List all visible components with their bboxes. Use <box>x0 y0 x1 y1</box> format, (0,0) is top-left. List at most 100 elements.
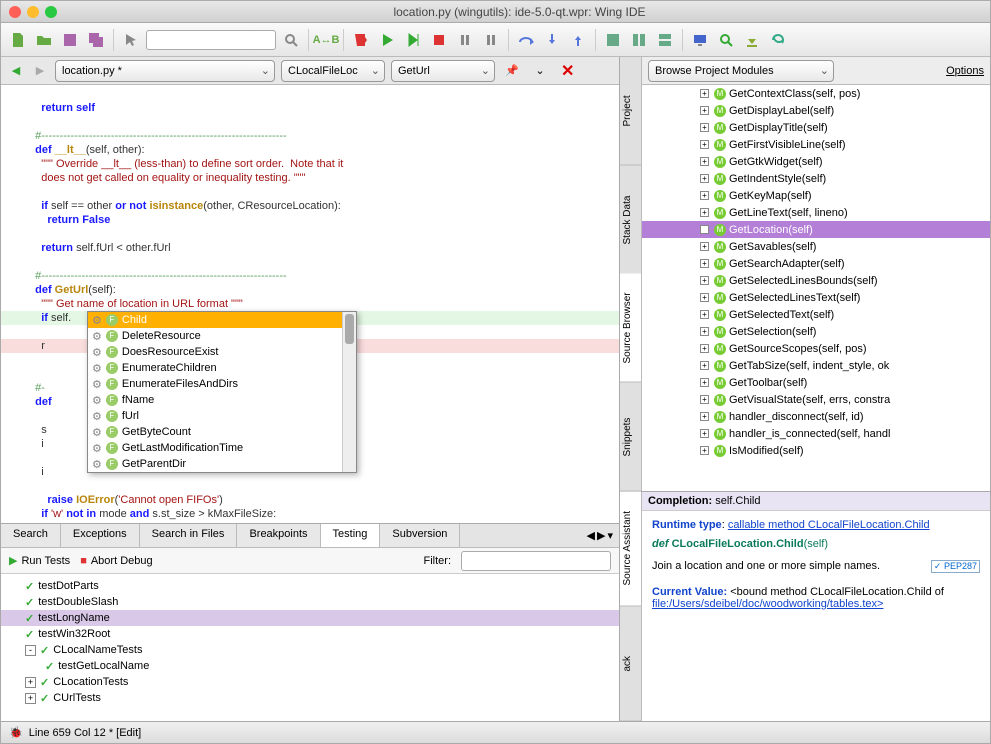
tab-breakpoints[interactable]: Breakpoints <box>237 524 320 547</box>
autocomplete-item[interactable]: ⚙FEnumerateChildren <box>88 360 356 376</box>
autocomplete-item[interactable]: ⚙FGetByteCount <box>88 424 356 440</box>
browser-method-item[interactable]: +MGetGtkWidget(self) <box>642 153 990 170</box>
zoom-window-icon[interactable] <box>45 6 57 18</box>
browser-method-item[interactable]: +MGetSavables(self) <box>642 238 990 255</box>
stop-icon[interactable] <box>428 29 450 51</box>
layout1-icon[interactable] <box>602 29 624 51</box>
monitor-icon[interactable] <box>689 29 711 51</box>
browser-method-item[interactable]: +MGetSelectedLinesText(self) <box>642 289 990 306</box>
nav-back-icon[interactable]: ◀ <box>7 62 25 80</box>
close-window-icon[interactable] <box>9 6 21 18</box>
nav-forward-icon[interactable]: ▶ <box>31 62 49 80</box>
debug-icon[interactable] <box>402 29 424 51</box>
test-item[interactable]: ✓testLongName <box>1 610 619 626</box>
browser-method-item[interactable]: +MGetContextClass(self, pos) <box>642 85 990 102</box>
current-value-link[interactable]: file:/Users/sdeibel/doc/woodworking/tabl… <box>652 598 883 610</box>
step-into-icon[interactable] <box>541 29 563 51</box>
test-item[interactable]: ✓testGetLocalName <box>1 658 619 674</box>
file-selector[interactable]: location.py * <box>55 60 275 82</box>
browser-method-item[interactable]: +MGetIndentStyle(self) <box>642 170 990 187</box>
test-item[interactable]: ✓testDoubleSlash <box>1 594 619 610</box>
browser-method-item[interactable]: +Mhandler_disconnect(self, id) <box>642 408 990 425</box>
browser-method-item[interactable]: +MGetKeyMap(self) <box>642 187 990 204</box>
run-tests-button[interactable]: ▶Run Tests <box>9 554 70 567</box>
browser-method-item[interactable]: +MGetToolbar(self) <box>642 374 990 391</box>
tab-right-icon[interactable]: ▶ <box>597 529 605 542</box>
autocomplete-item[interactable]: ⚙FChild <box>88 312 356 328</box>
test-item[interactable]: -✓CLocalNameTests <box>1 642 619 658</box>
member-selector[interactable]: GetUrl <box>391 60 495 82</box>
download-icon[interactable] <box>741 29 763 51</box>
save-icon[interactable] <box>59 29 81 51</box>
browser-method-item[interactable]: +MGetDisplayLabel(self) <box>642 102 990 119</box>
pin-icon[interactable]: 📌 <box>501 60 523 82</box>
search-icon[interactable] <box>280 29 302 51</box>
refresh-icon[interactable] <box>767 29 789 51</box>
autocomplete-popup[interactable]: ⚙FChild⚙FDeleteResource⚙FDoesResourceExi… <box>87 311 357 473</box>
browser-method-item[interactable]: +MGetVisualState(self, errs, constra <box>642 391 990 408</box>
tab-search[interactable]: Search <box>1 524 61 547</box>
replace-icon[interactable]: A↔B <box>315 29 337 51</box>
vtab-snippets[interactable]: Snippets <box>620 383 641 492</box>
minimize-window-icon[interactable] <box>27 6 39 18</box>
tab-menu-icon[interactable]: ▾ <box>607 529 613 542</box>
autocomplete-item[interactable]: ⚙FfName <box>88 392 356 408</box>
autocomplete-item[interactable]: ⚙FDoesResourceExist <box>88 344 356 360</box>
autocomplete-item[interactable]: ⚙FfUrl <box>88 408 356 424</box>
layout2-icon[interactable] <box>628 29 650 51</box>
browse-mode-selector[interactable]: Browse Project Modules <box>648 60 834 82</box>
layout3-icon[interactable] <box>654 29 676 51</box>
vtab-project[interactable]: Project <box>620 57 641 166</box>
vtab-source-browser[interactable]: Source Browser <box>620 274 641 383</box>
save-all-icon[interactable] <box>85 29 107 51</box>
step-out-icon[interactable] <box>567 29 589 51</box>
autocomplete-item[interactable]: ⚙FDeleteResource <box>88 328 356 344</box>
test-tree[interactable]: ✓testDotParts✓testDoubleSlash✓testLongNa… <box>1 574 619 721</box>
test-item[interactable]: ✓testDotParts <box>1 578 619 594</box>
tab-search-in-files[interactable]: Search in Files <box>140 524 238 547</box>
test-item[interactable]: +✓CUrlTests <box>1 690 619 706</box>
close-file-icon[interactable]: ✕ <box>557 61 578 81</box>
browser-method-item[interactable]: +MGetSelectedText(self) <box>642 306 990 323</box>
browser-method-item[interactable]: +MGetSourceScopes(self, pos) <box>642 340 990 357</box>
tab-exceptions[interactable]: Exceptions <box>61 524 140 547</box>
vtab-ack[interactable]: ack <box>620 607 641 722</box>
run-icon[interactable] <box>376 29 398 51</box>
chevron-down-icon[interactable]: ⌄ <box>529 60 551 82</box>
browser-method-item[interactable]: +MGetLineText(self, lineno) <box>642 204 990 221</box>
tab-subversion[interactable]: Subversion <box>380 524 460 547</box>
browser-method-item[interactable]: +MGetSelection(self) <box>642 323 990 340</box>
browser-method-item[interactable]: +MIsModified(self) <box>642 442 990 459</box>
pointer-icon[interactable] <box>120 29 142 51</box>
vtab-source-assistant[interactable]: Source Assistant <box>620 492 641 607</box>
autocomplete-item[interactable]: ⚙FGetParentDir <box>88 456 356 472</box>
browser-method-item[interactable]: +MGetSelectedLinesBounds(self) <box>642 272 990 289</box>
find-icon[interactable] <box>715 29 737 51</box>
class-selector[interactable]: CLocalFileLoc <box>281 60 385 82</box>
options-link[interactable]: Options <box>946 65 984 77</box>
source-browser-tree[interactable]: +MGetContextClass(self, pos)+MGetDisplay… <box>642 85 990 491</box>
tab-testing[interactable]: Testing <box>321 524 381 547</box>
filter-input[interactable] <box>461 551 611 571</box>
runtime-type-link[interactable]: callable method CLocalFileLocation.Child <box>728 519 930 531</box>
browser-method-item[interactable]: +MGetLocation(self) <box>642 221 990 238</box>
pause2-icon[interactable] <box>480 29 502 51</box>
stop-debug-icon[interactable] <box>350 29 372 51</box>
browser-method-item[interactable]: +MGetDisplayTitle(self) <box>642 119 990 136</box>
abort-debug-button[interactable]: ■Abort Debug <box>80 555 152 567</box>
browser-method-item[interactable]: +Mhandler_is_connected(self, handl <box>642 425 990 442</box>
autocomplete-item[interactable]: ⚙FGetLastModificationTime <box>88 440 356 456</box>
test-item[interactable]: +✓CLocationTests <box>1 674 619 690</box>
browser-method-item[interactable]: +MGetFirstVisibleLine(self) <box>642 136 990 153</box>
browser-method-item[interactable]: +MGetTabSize(self, indent_style, ok <box>642 357 990 374</box>
search-input[interactable] <box>146 30 276 50</box>
autocomplete-scrollbar[interactable] <box>342 312 356 472</box>
step-over-icon[interactable] <box>515 29 537 51</box>
new-file-icon[interactable] <box>7 29 29 51</box>
browser-method-item[interactable]: +MGetSearchAdapter(self) <box>642 255 990 272</box>
pause-icon[interactable] <box>454 29 476 51</box>
tab-left-icon[interactable]: ◀ <box>587 529 595 542</box>
vtab-stack-data[interactable]: Stack Data <box>620 166 641 275</box>
test-item[interactable]: ✓testWin32Root <box>1 626 619 642</box>
open-file-icon[interactable] <box>33 29 55 51</box>
